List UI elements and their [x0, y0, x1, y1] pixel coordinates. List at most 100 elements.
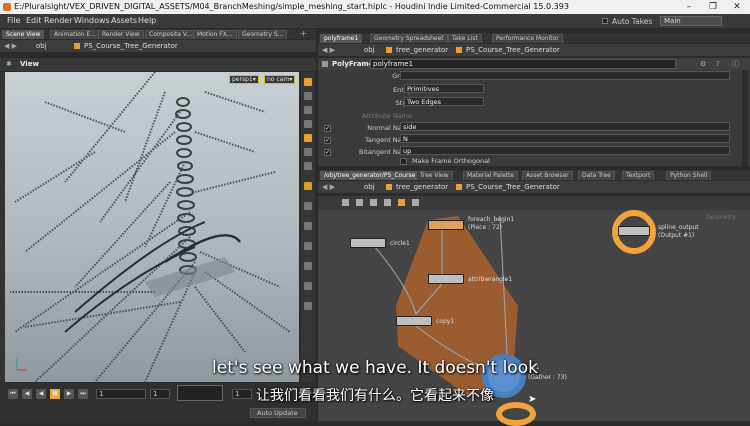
wireframe-icon[interactable] — [304, 222, 312, 230]
tab-composite-view[interactable]: Composite V... — [145, 30, 196, 39]
params-asset-icon — [456, 47, 462, 53]
normals-display-icon[interactable] — [304, 262, 312, 270]
tab-scene-view[interactable]: Scene View — [2, 30, 45, 39]
scene-viewport[interactable]: persp1▾ no cam▾ — [5, 72, 299, 382]
menu-render[interactable]: Render — [44, 14, 72, 28]
copy-node[interactable] — [396, 316, 432, 326]
tab-material-palette[interactable]: Material Palette — [463, 171, 519, 180]
tab-take-list[interactable]: Take List — [448, 34, 482, 43]
menu-file[interactable]: File — [7, 14, 20, 28]
normal-name-checkbox[interactable]: ✓ — [324, 125, 331, 132]
network-path-node2[interactable]: PS_Course_Tree_Generator — [466, 181, 560, 193]
select-tool-icon[interactable] — [304, 78, 312, 86]
snap-tool-icon[interactable] — [304, 148, 312, 156]
display-options-icon[interactable] — [304, 182, 312, 190]
subtitle-english: let's see what we have. It doesn't look — [212, 358, 538, 378]
tab-geometry-spreadsheet-2[interactable]: Geometry Spreadsheet — [370, 34, 448, 43]
network-path-node1[interactable]: tree_generator — [396, 181, 448, 193]
entity-select[interactable]: Primitives — [404, 84, 484, 93]
subtitle-chinese: 让我们看看我们有什么。它看起来不像 — [256, 388, 494, 404]
foreach-begin-sublabel: (Piece : 72) — [468, 224, 502, 231]
path-context-obj[interactable]: obj — [36, 40, 47, 52]
attribwrangle-node[interactable] — [428, 274, 464, 284]
style-select[interactable]: Two Edges — [404, 97, 484, 106]
foreach-begin-node[interactable] — [428, 220, 464, 230]
path-node[interactable]: PS_Course_Tree_Generator — [84, 40, 178, 52]
tab-network-path[interactable]: /obj/tree_generator/PS_Course_T... — [320, 171, 431, 180]
spline-output-sublabel: (Output #1) — [658, 232, 695, 239]
status-bar: Auto Update — [0, 405, 316, 421]
auto-update-button[interactable]: Auto Update — [250, 408, 306, 418]
tab-polyframe1[interactable]: polyframe1 — [320, 34, 363, 43]
params-path-node1[interactable]: tree_generator — [396, 44, 448, 56]
maximize-button[interactable]: ❐ — [704, 0, 722, 14]
scale-tool-icon[interactable] — [304, 120, 312, 128]
tab-data-tree[interactable]: Data Tree — [578, 171, 615, 180]
network-asset-icon — [456, 184, 462, 190]
tab-animation-editor[interactable]: Animation E... — [50, 30, 101, 39]
tab-geometry-spreadsheet[interactable]: Geometry S... — [238, 30, 288, 39]
orthogonal-checkbox[interactable] — [400, 158, 407, 165]
orthogonal-label: Make Frame Orthogonal — [412, 157, 490, 165]
network-path-context[interactable]: obj — [364, 181, 375, 193]
tangent-name-field[interactable]: N — [400, 134, 730, 143]
subnet-icon — [74, 43, 80, 49]
desktop-select[interactable]: Main — [660, 16, 722, 26]
gear-icon[interactable]: ⚙ — [700, 58, 706, 70]
params-scrollbar[interactable] — [742, 70, 748, 166]
left-pane-tabbar: Scene View Animation E... Render View Co… — [0, 29, 316, 39]
rotate-tool-icon[interactable] — [304, 106, 312, 114]
view-tool-icon[interactable] — [304, 162, 312, 170]
info-icon[interactable]: ⓘ — [732, 58, 739, 70]
point-numbers-icon[interactable] — [304, 302, 312, 310]
auto-takes-checkbox[interactable] — [602, 18, 608, 24]
normal-name-field[interactable]: side — [400, 122, 730, 131]
handle-tool-icon[interactable] — [304, 134, 312, 142]
menu-assets[interactable]: Assets — [111, 14, 137, 28]
minimize-button[interactable]: – — [680, 0, 698, 14]
close-button[interactable]: ✕ — [728, 0, 746, 14]
bitangent-name-checkbox[interactable]: ✓ — [324, 149, 331, 156]
tab-tree-view[interactable]: Tree View — [416, 171, 453, 180]
menu-help[interactable]: Help — [138, 14, 156, 28]
group-field[interactable] — [400, 71, 730, 80]
tab-render-view[interactable]: Render View — [98, 30, 144, 39]
tab-performance-monitor[interactable]: Performance Monitor — [492, 34, 563, 43]
primitive-numbers-icon[interactable] — [304, 282, 312, 290]
viewport-label: View — [20, 60, 39, 68]
spline-output-node[interactable] — [618, 226, 650, 236]
params-path-node2[interactable]: PS_Course_Tree_Generator — [466, 44, 560, 56]
params-path-context[interactable]: obj — [364, 44, 375, 56]
menu-windows[interactable]: Windows — [74, 14, 110, 28]
tab-textport[interactable]: Textport — [622, 171, 655, 180]
back-arrow-icon[interactable]: ◀ ▶ — [4, 40, 17, 52]
tab-motion-fx[interactable]: Motion FX... — [193, 30, 237, 39]
params-path-bar: ◀ ▶ obj tree_generator PS_Course_Tree_Ge… — [318, 44, 750, 56]
menu-edit[interactable]: Edit — [26, 14, 42, 28]
entity-label: Entity — [393, 86, 412, 94]
bitangent-name-field[interactable]: up — [400, 146, 730, 155]
pin-icon[interactable]: ✱ — [6, 58, 12, 71]
foreach-begin-label: foreach_begin1 — [468, 216, 515, 223]
style-label: Style — [338, 99, 412, 107]
node-type-label: PolyFrame — [332, 60, 374, 68]
transform-tool-icon[interactable] — [304, 92, 312, 100]
tab-asset-browser[interactable]: Asset Browser — [522, 171, 573, 180]
circle-node[interactable] — [350, 238, 386, 248]
ghost-icon[interactable] — [304, 202, 312, 210]
node-name-field[interactable]: polyframe1 — [370, 59, 676, 69]
copy-label: copy1 — [436, 318, 455, 325]
parameter-editor: Group Entity Primitives Style Two Edges … — [318, 70, 750, 166]
points-display-icon[interactable] — [304, 242, 312, 250]
circle-label: circle1 — [390, 240, 410, 247]
tab-python-shell[interactable]: Python Shell — [666, 171, 712, 180]
network-pane-tabbar: /obj/tree_generator/PS_Course_T... Tree … — [318, 170, 750, 180]
tangent-name-checkbox[interactable]: ✓ — [324, 137, 331, 144]
viewport-right-toolbar — [301, 72, 315, 382]
params-back-arrow-icon[interactable]: ◀ ▶ — [322, 44, 335, 56]
node-header: PolyFrame polyframe1 ⚙ ? ⓘ — [318, 58, 750, 70]
params-subnet-icon — [386, 47, 392, 53]
help-icon[interactable]: ? — [716, 58, 720, 70]
network-back-arrow-icon[interactable]: ◀ ▶ — [322, 181, 335, 193]
add-tab-icon[interactable]: + — [300, 29, 307, 39]
